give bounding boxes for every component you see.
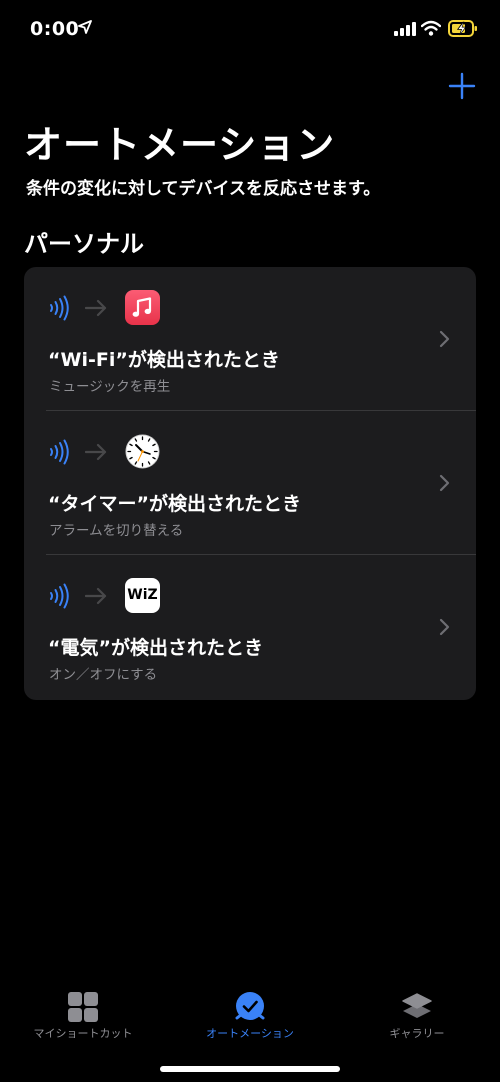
automation-item-light[interactable]: WiZ “電気”が検出されたとき オン／オフにする — [24, 555, 476, 699]
automation-subtitle: オン／オフにする — [49, 667, 158, 683]
layers-icon — [402, 993, 432, 1018]
wifi-status-icon — [421, 20, 441, 36]
tab-automation[interactable]: オートメーション — [167, 978, 333, 1058]
automation-subtitle: アラームを切り替える — [49, 523, 184, 539]
automation-item-timer[interactable]: “タイマー”が検出されたとき アラームを切り替える — [24, 411, 476, 555]
wiz-app-icon: WiZ — [125, 578, 160, 613]
automation-list: “Wi-Fi”が検出されたとき ミュージックを再生 “タイマー”が検出されたとき… — [24, 267, 476, 700]
nfc-icon — [50, 295, 69, 321]
nfc-icon — [50, 439, 69, 465]
chevron-right-icon — [439, 474, 450, 492]
automation-title: “電気”が検出されたとき — [48, 637, 263, 659]
grid-icon — [68, 992, 98, 1022]
music-app-icon — [125, 290, 160, 325]
clock-app-icon — [125, 434, 160, 469]
tab-gallery[interactable]: ギャラリー — [334, 978, 500, 1058]
status-bar: 0:00 — [0, 0, 500, 60]
automation-title: “Wi-Fi”が検出されたとき — [48, 349, 280, 371]
chevron-right-icon — [439, 618, 450, 636]
status-time: 0:00 — [30, 18, 80, 40]
arrow-right-icon — [85, 587, 107, 605]
automation-title: “タイマー”が検出されたとき — [48, 493, 301, 515]
page-subtitle: 条件の変化に対してデバイスを反応させます。 — [26, 179, 381, 199]
tab-label: ギャラリー — [389, 1027, 445, 1040]
battery-charging-icon — [448, 20, 477, 37]
automation-subtitle: ミュージックを再生 — [49, 379, 171, 395]
nfc-icon — [50, 583, 69, 609]
automation-clock-icon — [235, 992, 265, 1020]
tab-my-shortcuts[interactable]: マイショートカット — [0, 978, 166, 1058]
tab-label: オートメーション — [206, 1027, 294, 1040]
page-title: オートメーション — [24, 123, 336, 167]
section-heading: パーソナル — [24, 230, 144, 258]
location-arrow-icon — [78, 20, 92, 34]
arrow-right-icon — [85, 299, 107, 317]
tab-label: マイショートカット — [33, 1027, 133, 1040]
cellular-signal-icon — [394, 22, 416, 36]
automation-item-wifi[interactable]: “Wi-Fi”が検出されたとき ミュージックを再生 — [24, 267, 476, 411]
add-automation-button[interactable] — [446, 70, 478, 102]
home-indicator — [160, 1066, 340, 1072]
chevron-right-icon — [439, 330, 450, 348]
arrow-right-icon — [85, 443, 107, 461]
wiz-logo: WiZ — [127, 587, 158, 603]
